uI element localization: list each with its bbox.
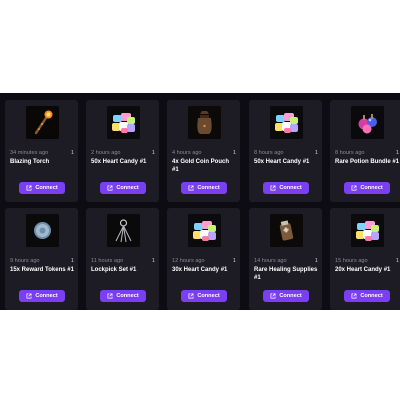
item-time: 8 hours ago <box>335 150 365 156</box>
connect-button-label: Connect <box>360 293 383 299</box>
external-link-icon <box>26 185 32 191</box>
item-meta: 34 minutes ago 1 <box>10 150 74 157</box>
item-time: 4 hours ago <box>172 150 202 156</box>
external-link-icon <box>351 293 357 299</box>
coin-pouch-icon <box>188 106 221 139</box>
item-name: 4x Gold Coin Pouch #1 <box>172 159 230 173</box>
connect-button[interactable]: Connect <box>344 290 390 302</box>
item-quantity: 1 <box>151 258 155 264</box>
item-name: Lockpick Set #1 <box>91 267 137 273</box>
torch-icon <box>26 106 59 139</box>
item-name: Rare Potion Bundle #1 <box>335 159 400 165</box>
lockpick-icon <box>107 214 140 247</box>
connect-button-label: Connect <box>116 185 139 191</box>
reward-token-icon <box>26 214 59 247</box>
connect-button-label: Connect <box>197 293 220 299</box>
item-time: 2 hours ago <box>91 150 121 156</box>
connect-button-label: Connect <box>35 185 58 191</box>
item-meta: 8 hours ago 1 <box>254 150 318 157</box>
external-link-icon <box>188 185 194 191</box>
item-quantity: 1 <box>151 150 155 156</box>
item-name: Rare Healing Supplies #1 <box>254 267 318 281</box>
item-quantity: 1 <box>395 258 399 264</box>
connect-button[interactable]: Connect <box>19 182 65 194</box>
item-card: 2 hours ago 1 50x Heart Candy #1 Connect <box>86 100 159 202</box>
item-name: 30x Heart Candy #1 <box>172 267 228 273</box>
heart-candy-icon <box>270 106 303 139</box>
item-quantity: 1 <box>314 258 318 264</box>
item-time: 8 hours ago <box>254 150 284 156</box>
item-quantity: 1 <box>395 150 399 156</box>
external-link-icon <box>107 185 113 191</box>
connect-button[interactable]: Connect <box>263 182 309 194</box>
external-link-icon <box>270 293 276 299</box>
heart-candy-icon <box>107 106 140 139</box>
item-card: 14 hours ago 1 Rare Healing Supplies #1 Con… <box>249 208 322 310</box>
item-meta: 15 hours ago 1 <box>335 258 399 265</box>
item-meta: 8 hours ago 1 <box>335 150 399 157</box>
external-link-icon <box>351 185 357 191</box>
item-card: 12 hours ago 1 30x Heart Candy #1 Connect <box>167 208 240 310</box>
healing-supplies-icon <box>270 214 303 247</box>
item-card: 4 hours ago 1 4x Gold Coin Pouch #1 Connect <box>167 100 240 202</box>
item-meta: 14 hours ago 1 <box>254 258 318 265</box>
activity-panel: 34 minutes ago 1 Blazing Torch Connect 2 hou… <box>0 93 400 310</box>
connect-button-label: Connect <box>35 293 58 299</box>
item-quantity: 1 <box>232 258 236 264</box>
item-name: Blazing Torch <box>10 159 50 165</box>
connect-button[interactable]: Connect <box>100 290 146 302</box>
connect-button[interactable]: Connect <box>19 290 65 302</box>
item-meta: 2 hours ago 1 <box>91 150 155 157</box>
item-meta: 4 hours ago 1 <box>172 150 236 157</box>
item-card: 34 minutes ago 1 Blazing Torch Connect <box>5 100 78 202</box>
item-quantity: 1 <box>70 258 74 264</box>
item-name: 50x Heart Candy #1 <box>91 159 147 165</box>
item-time: 9 hours ago <box>10 258 40 264</box>
item-time: 11 hours ago <box>91 258 124 264</box>
connect-button-label: Connect <box>279 293 302 299</box>
heart-candy-icon <box>351 214 384 247</box>
item-card: 15 hours ago 1 20x Heart Candy #1 Connect <box>330 208 400 310</box>
potion-bundle-icon <box>351 106 384 139</box>
item-card: 8 hours ago 1 50x Heart Candy #1 Connect <box>249 100 322 202</box>
item-name: 50x Heart Candy #1 <box>254 159 310 165</box>
item-card: 11 hours ago 1 Lockpick Set #1 Connect <box>86 208 159 310</box>
item-quantity: 1 <box>232 150 236 156</box>
item-time: 12 hours ago <box>172 258 205 264</box>
connect-button-label: Connect <box>197 185 220 191</box>
item-name: 15x Reward Tokens #1 <box>10 267 74 273</box>
external-link-icon <box>188 293 194 299</box>
item-name: 20x Heart Candy #1 <box>335 267 391 273</box>
item-time: 34 minutes ago <box>10 150 49 156</box>
connect-button-label: Connect <box>360 185 383 191</box>
item-card: 8 hours ago 1 Rare Potion Bundle #1 Connect <box>330 100 400 202</box>
connect-button-label: Connect <box>279 185 302 191</box>
item-time: 14 hours ago <box>254 258 287 264</box>
external-link-icon <box>107 293 113 299</box>
item-card: 9 hours ago 1 15x Reward Tokens #1 Connect <box>5 208 78 310</box>
heart-candy-icon <box>188 214 221 247</box>
connect-button[interactable]: Connect <box>263 290 309 302</box>
connect-button[interactable]: Connect <box>181 290 227 302</box>
item-time: 15 hours ago <box>335 258 368 264</box>
external-link-icon <box>270 185 276 191</box>
external-link-icon <box>26 293 32 299</box>
item-quantity: 1 <box>70 150 74 156</box>
connect-button[interactable]: Connect <box>181 182 227 194</box>
item-meta: 9 hours ago 1 <box>10 258 74 265</box>
connect-button[interactable]: Connect <box>100 182 146 194</box>
item-quantity: 1 <box>314 150 318 156</box>
connect-button-label: Connect <box>116 293 139 299</box>
item-meta: 11 hours ago 1 <box>91 258 155 265</box>
item-meta: 12 hours ago 1 <box>172 258 236 265</box>
connect-button[interactable]: Connect <box>344 182 390 194</box>
